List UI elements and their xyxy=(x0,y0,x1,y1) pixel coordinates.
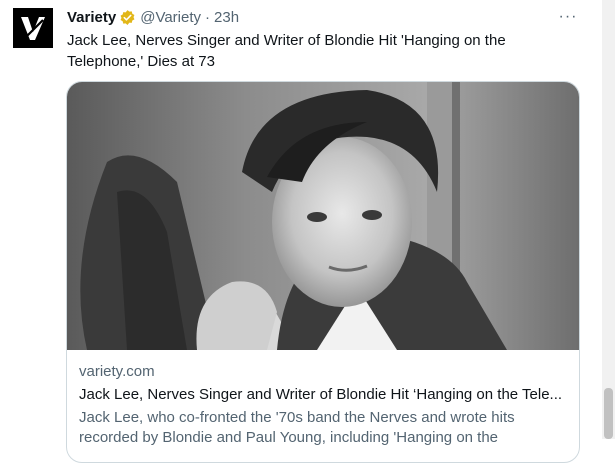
card-domain: variety.com xyxy=(79,363,155,380)
tweet-header: Variety @Variety · 23h xyxy=(67,7,239,27)
tweet[interactable]: Variety @Variety · 23h ··· Jack Lee, Ner… xyxy=(0,0,615,463)
card-title[interactable]: Jack Lee, Nerves Singer and Writer of Bl… xyxy=(79,386,574,403)
link-card[interactable]: variety.com Jack Lee, Nerves Singer and … xyxy=(66,81,580,463)
tweet-text: Jack Lee, Nerves Singer and Writer of Bl… xyxy=(67,32,506,70)
author-name[interactable]: Variety xyxy=(67,9,116,26)
verified-badge-icon[interactable] xyxy=(119,9,136,26)
avatar[interactable] xyxy=(13,8,53,48)
author-handle[interactable]: @Variety xyxy=(140,9,201,26)
timestamp[interactable]: 23h xyxy=(214,9,239,26)
scrollbar-thumb[interactable] xyxy=(604,388,613,439)
variety-v-logo-icon xyxy=(21,17,45,40)
separator-dot: · xyxy=(205,8,211,26)
more-options-icon[interactable]: ··· xyxy=(557,7,579,27)
scrollbar-track[interactable] xyxy=(602,0,615,439)
card-description: Jack Lee, who co-fronted the '70s band t… xyxy=(79,409,515,446)
card-image[interactable] xyxy=(67,82,579,350)
